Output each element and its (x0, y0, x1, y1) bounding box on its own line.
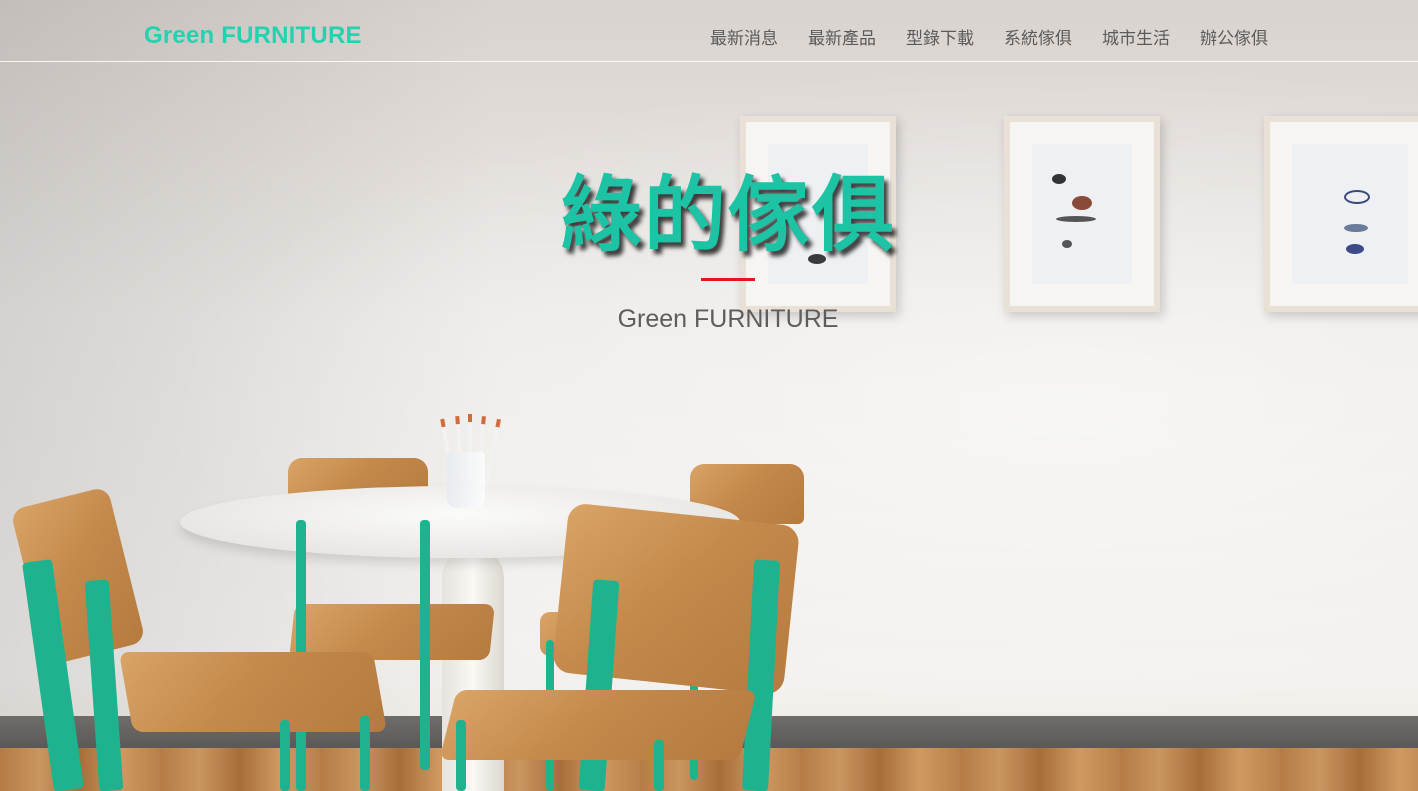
nav-item-catalog-download[interactable]: 型錄下載 (906, 24, 974, 49)
brand-logo[interactable]: Green FURNITURE (144, 22, 362, 50)
chair-front-left-seat (118, 652, 388, 732)
chair-front-right-seat (439, 690, 757, 760)
hero-divider (701, 278, 755, 281)
hero-title: 綠的傢俱 (559, 168, 896, 263)
nav-item-new-products[interactable]: 最新產品 (808, 24, 876, 49)
hero-section: Green FURNITURE 最新消息 最新產品 型錄下載 系統傢俱 城市生活… (0, 0, 1418, 791)
nav-item-city-life[interactable]: 城市生活 (1102, 24, 1170, 49)
nav-item-system-furniture[interactable]: 系統傢俱 (1004, 24, 1072, 49)
nav-item-office-furniture[interactable]: 辦公傢俱 (1200, 24, 1268, 49)
top-navbar: Green FURNITURE 最新消息 最新產品 型錄下載 系統傢俱 城市生活… (0, 0, 1418, 62)
nav-item-news[interactable]: 最新消息 (710, 24, 778, 49)
pencil-cup (447, 452, 485, 508)
main-nav: 最新消息 最新產品 型錄下載 系統傢俱 城市生活 辦公傢俱 (710, 24, 1268, 49)
hero-subtitle: Green FURNITURE (617, 305, 839, 333)
